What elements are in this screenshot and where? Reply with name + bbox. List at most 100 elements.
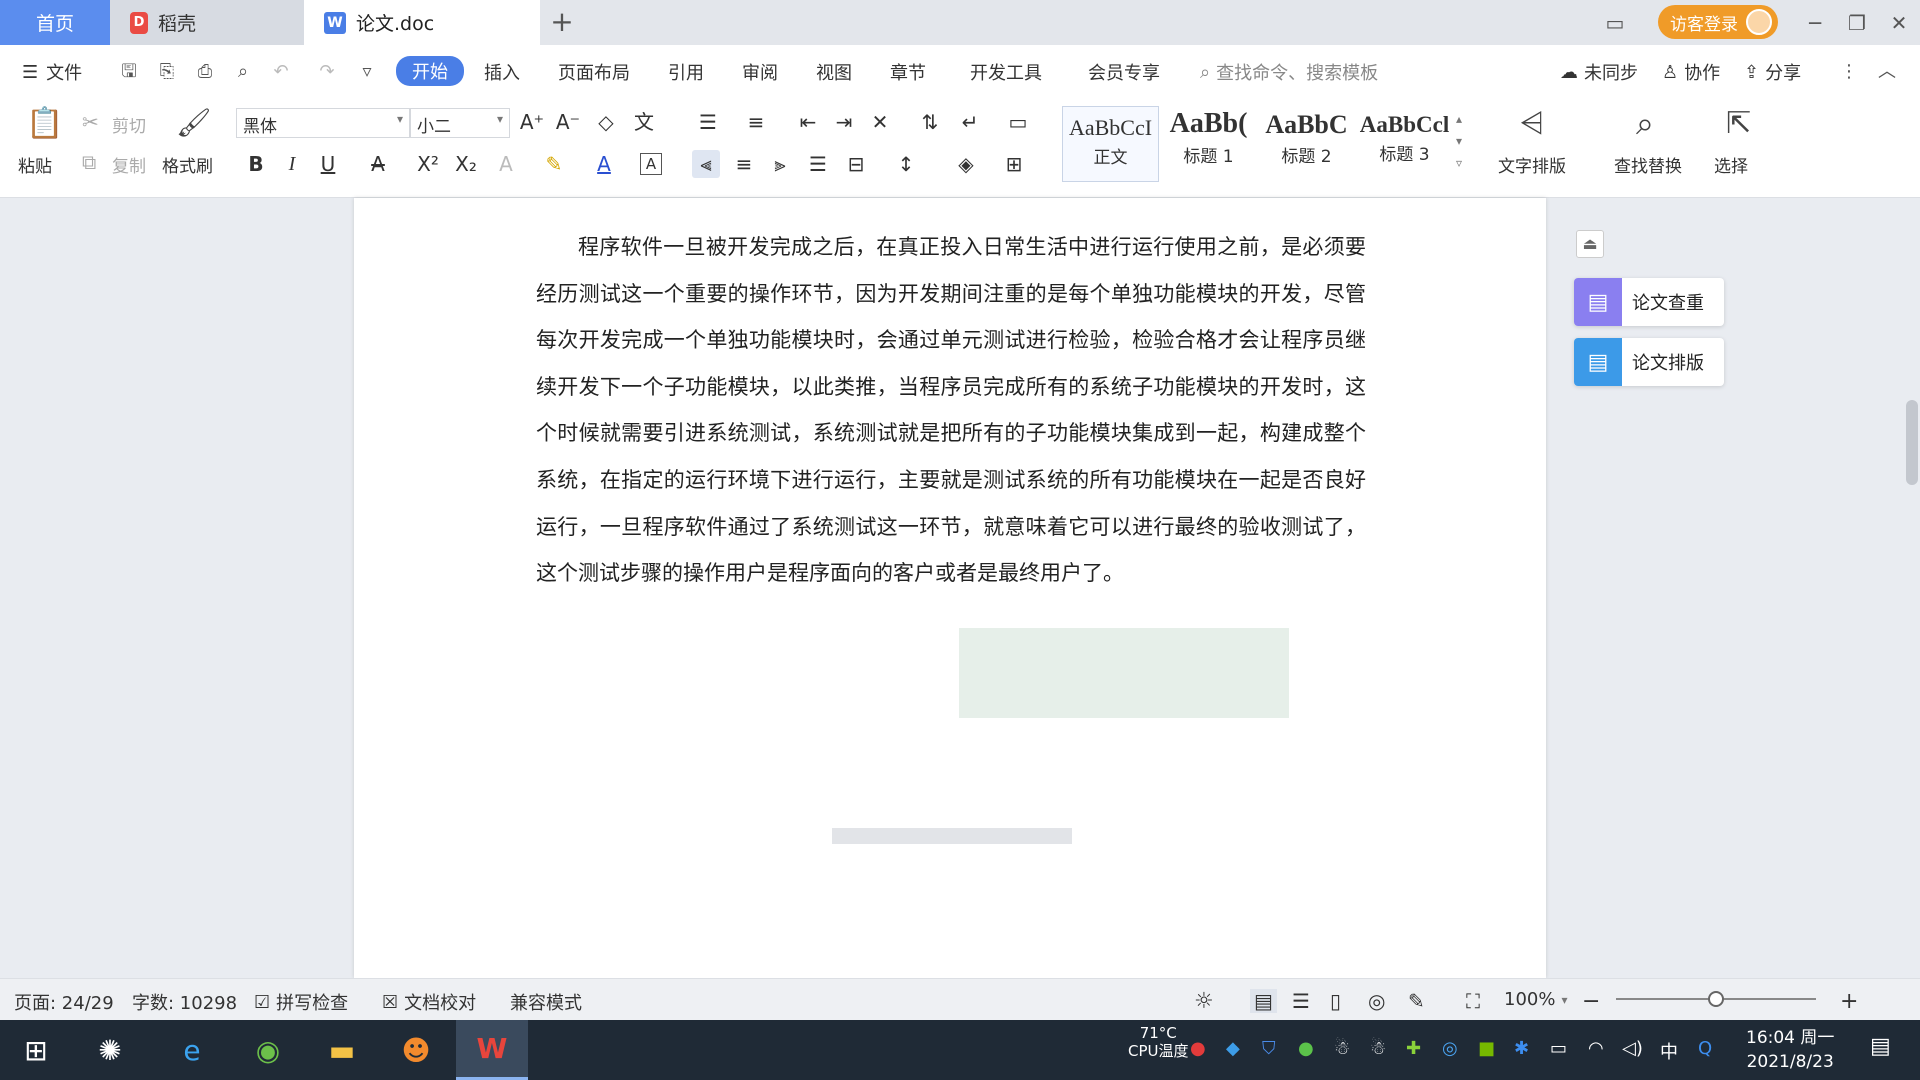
qq-icon[interactable]: ☃: [1370, 1038, 1386, 1059]
ime-indicator[interactable]: 中: [1660, 1038, 1678, 1064]
cpu-temp-widget[interactable]: 71°C CPU温度: [1128, 1024, 1189, 1060]
justify-icon[interactable]: ☰: [804, 150, 832, 178]
doc-proof-button[interactable]: ☒ 文档校对: [382, 989, 476, 1015]
find-replace-button[interactable]: 查找替换: [1614, 152, 1682, 177]
app-pinwheel-icon[interactable]: ✺: [74, 1020, 146, 1080]
zoom-level[interactable]: 100% ▾: [1504, 989, 1568, 1010]
style-heading-1[interactable]: AaBb( 标题 1: [1160, 106, 1257, 182]
sync-button[interactable]: ☁ 未同步: [1560, 59, 1638, 85]
restore-icon[interactable]: ❐: [1842, 8, 1872, 38]
file-explorer-icon[interactable]: ▬: [306, 1020, 378, 1080]
customize-dropdown-icon[interactable]: ▿: [356, 61, 378, 83]
char-border-icon[interactable]: A: [640, 153, 662, 175]
subscript-icon[interactable]: X₂: [452, 150, 480, 178]
eye-protect-icon[interactable]: ☼: [1194, 989, 1214, 1014]
undo-icon[interactable]: ↶: [270, 61, 292, 83]
zoom-out-icon[interactable]: −: [1582, 989, 1600, 1014]
zoom-slider-knob[interactable]: [1708, 991, 1724, 1007]
style-heading-3[interactable]: AaBbCcl 标题 3: [1356, 106, 1453, 182]
print-icon[interactable]: ⎙: [194, 61, 216, 83]
menu-insert[interactable]: 插入: [484, 59, 520, 85]
document-page[interactable]: 程序软件一旦被开发完成之后，在真正投入日常生活中进行运行使用之前，是必须要经历测…: [354, 198, 1546, 978]
new-tab-button[interactable]: +: [546, 6, 578, 38]
command-search[interactable]: ⌕ 查找命令、搜索模板: [1200, 59, 1378, 85]
bullet-list-icon[interactable]: ☰: [694, 108, 722, 136]
vertical-scrollbar[interactable]: [1904, 198, 1920, 978]
font-color-icon[interactable]: A: [590, 150, 618, 178]
fit-page-icon[interactable]: ⛶: [1466, 989, 1480, 1013]
wifi-icon[interactable]: ◠: [1588, 1038, 1604, 1059]
format-painter-icon[interactable]: 🖌: [176, 106, 212, 139]
copy-button[interactable]: 复制: [112, 152, 146, 177]
style-normal[interactable]: AaBbCcI 正文: [1062, 106, 1159, 182]
ruler-icon[interactable]: ▭: [1004, 108, 1032, 136]
font-size-select[interactable]: 小二 ▾: [410, 108, 510, 138]
collab-button[interactable]: ♙ 协作: [1662, 59, 1720, 85]
menu-references[interactable]: 引用: [668, 59, 704, 85]
tray-app-icon[interactable]: ✚: [1406, 1038, 1421, 1059]
page-indicator[interactable]: 页面: 24/29: [14, 989, 114, 1015]
grow-font-icon[interactable]: A⁺: [518, 108, 546, 136]
menu-view[interactable]: 视图: [816, 59, 852, 85]
menu-review[interactable]: 审阅: [742, 59, 778, 85]
align-center-icon[interactable]: ≡: [730, 150, 758, 178]
numbered-list-icon[interactable]: ≡: [742, 108, 770, 136]
tray-app-icon[interactable]: ◆: [1226, 1038, 1240, 1059]
print-preview-icon[interactable]: ⌕: [232, 61, 254, 83]
word-count[interactable]: 字数: 10298: [132, 989, 237, 1015]
system-clock[interactable]: 16:04 周一 2021/8/23: [1746, 1026, 1834, 1074]
app-mascot-icon[interactable]: ☻: [380, 1020, 452, 1080]
web-view-icon[interactable]: ◎: [1368, 989, 1385, 1013]
eraser-icon[interactable]: ◇: [592, 108, 620, 136]
redo-icon[interactable]: ↷: [316, 61, 338, 83]
input-method-icon[interactable]: Q: [1698, 1038, 1712, 1059]
volume-icon[interactable]: ◁): [1622, 1038, 1643, 1059]
paste-button[interactable]: 粘贴: [18, 152, 52, 177]
page-view-icon[interactable]: ▤: [1250, 989, 1277, 1013]
menu-page-layout[interactable]: 页面布局: [558, 59, 630, 85]
zoom-in-icon[interactable]: +: [1840, 989, 1858, 1014]
menu-start[interactable]: 开始: [396, 56, 464, 86]
decrease-indent-icon[interactable]: ⇤: [794, 108, 822, 136]
text-layout-icon[interactable]: ⩤: [1520, 106, 1544, 141]
select-button[interactable]: 选择: [1714, 152, 1748, 177]
text-effect-icon[interactable]: A: [492, 150, 520, 178]
write-view-icon[interactable]: ✎: [1408, 989, 1425, 1013]
battery-icon[interactable]: ▭: [1550, 1038, 1567, 1059]
chinese-layout-icon[interactable]: ✕: [866, 108, 894, 136]
scissors-icon[interactable]: ✂: [82, 110, 99, 134]
browser-360-icon[interactable]: ◉: [232, 1020, 304, 1080]
highlight-icon[interactable]: ✎: [540, 150, 568, 178]
outline-view-icon[interactable]: ☰: [1292, 989, 1310, 1013]
tab-document[interactable]: W 论文.doc: [304, 0, 540, 45]
strikethrough-icon[interactable]: A: [364, 150, 392, 178]
show-marks-icon[interactable]: ↵: [956, 108, 984, 136]
internet-explorer-icon[interactable]: e: [156, 1020, 228, 1080]
bluetooth-icon[interactable]: ✱: [1514, 1038, 1529, 1059]
wps-writer-icon[interactable]: W: [456, 1020, 528, 1080]
style-heading-2[interactable]: AaBbC 标题 2: [1258, 106, 1355, 182]
tab-home[interactable]: 首页: [0, 0, 110, 45]
align-right-icon[interactable]: ⫸: [766, 150, 794, 178]
cut-button[interactable]: 剪切: [112, 112, 146, 137]
collapse-ribbon-icon[interactable]: ︿: [1876, 61, 1898, 83]
save-icon[interactable]: 🖫: [118, 61, 140, 83]
phonetic-icon[interactable]: 文: [630, 108, 658, 136]
paper-layout-button[interactable]: ▤ 论文排版: [1574, 338, 1724, 386]
file-menu[interactable]: ☰ 文件: [22, 59, 82, 85]
notification-icon[interactable]: ▤: [1870, 1034, 1891, 1059]
more-icon[interactable]: ⋮: [1838, 61, 1860, 83]
tray-app-icon[interactable]: ●: [1190, 1038, 1206, 1059]
export-icon[interactable]: ⎘: [156, 61, 178, 83]
paper-check-button[interactable]: ▤ 论文查重: [1574, 278, 1724, 326]
superscript-icon[interactable]: X²: [414, 150, 442, 178]
share-button[interactable]: ⇪ 分享: [1744, 59, 1801, 85]
copy-icon[interactable]: ⧉: [82, 150, 96, 174]
bold-icon[interactable]: B: [242, 150, 270, 178]
sort-icon[interactable]: ⇅: [916, 108, 944, 136]
tray-app-icon[interactable]: ●: [1298, 1038, 1314, 1059]
shield-icon[interactable]: ⛉: [1262, 1038, 1276, 1059]
paste-icon[interactable]: 📋: [26, 106, 63, 141]
tab-daoke[interactable]: D 稻壳: [110, 0, 304, 45]
nvidia-icon[interactable]: ■: [1478, 1038, 1495, 1059]
